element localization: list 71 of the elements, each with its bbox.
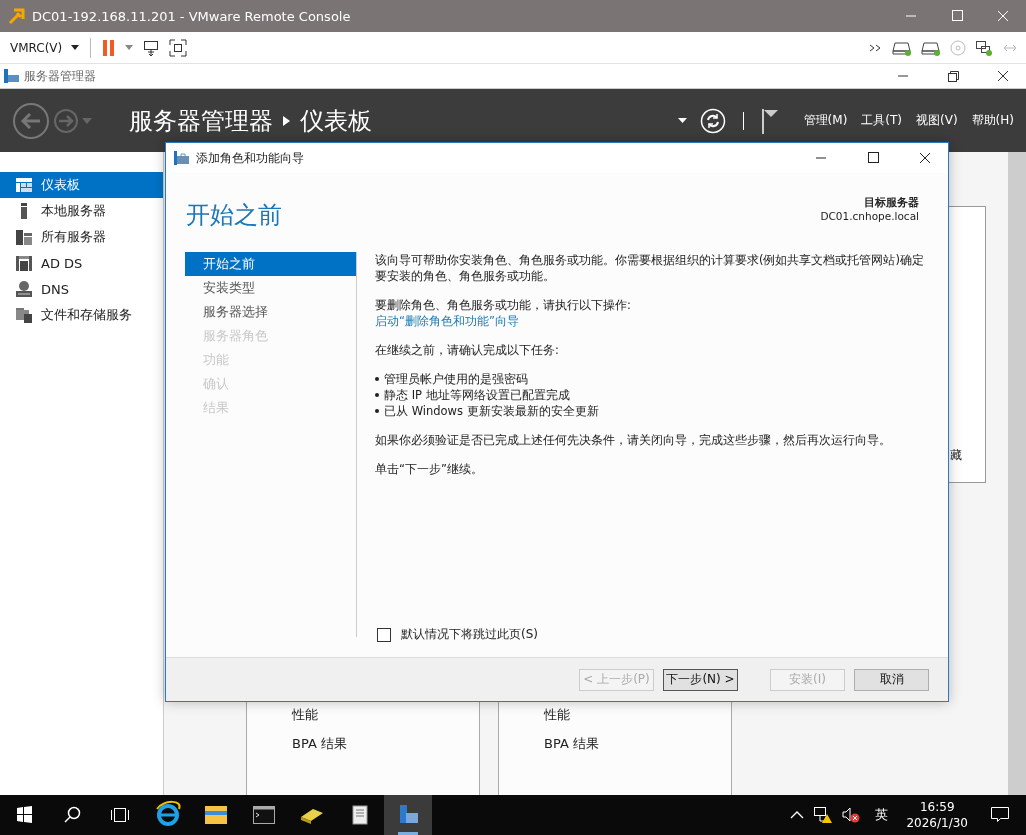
target-server-name: DC01.cnhope.local [820, 209, 919, 223]
dialog-button[interactable]: 取消 [854, 668, 929, 691]
clock-time: 16:59 [919, 799, 955, 815]
breadcrumb-item[interactable]: 仪表板 [300, 104, 372, 137]
wizard-step[interactable]: 开始之前 [185, 252, 356, 276]
breadcrumb-arrow-icon [283, 115, 290, 126]
sidebar-item[interactable]: AD DS [0, 250, 163, 276]
tile-item[interactable]: 藏 [950, 447, 962, 464]
speaker-muted-icon[interactable] [841, 806, 862, 824]
link[interactable]: 启动“删除角色和功能”向导 [375, 313, 519, 329]
paragraph: 该向导可帮助你安装角色、角色服务或功能。你需要根据组织的计算要求(例如共享文档或托管网站)确定要安装的角色、角色服务或功能。 [375, 252, 925, 284]
dialog-title: 添加角色和功能向导 [196, 149, 304, 167]
notification-icon[interactable] [990, 806, 1010, 824]
sidebar-item[interactable]: 仪表板 [0, 172, 163, 198]
network-warning-icon[interactable] [813, 806, 834, 824]
vmrc-menu[interactable]: VMRC(V) [10, 40, 63, 55]
app-title: 服务器管理器 [24, 68, 96, 84]
pause-icon[interactable] [102, 38, 117, 57]
menu-item[interactable]: 视图(V) [916, 112, 958, 129]
network-icon[interactable] [975, 39, 993, 56]
target-server-label: 目标服务器 [864, 195, 919, 209]
paragraph: 如果你必须验证是否已完成上述任何先决条件，请关闭向导，完成这些步骤，然后再次运行向导。 [375, 432, 892, 448]
tile-item[interactable]: BPA 结果 [292, 735, 479, 753]
checkbox[interactable] [377, 627, 391, 642]
folder-icon [16, 307, 32, 323]
clock[interactable]: 16:59 2026/1/30 [906, 799, 968, 831]
breadcrumb-item[interactable]: 服务器管理器 [129, 104, 273, 137]
bullet-icon [375, 377, 379, 381]
send-keys-icon[interactable] [142, 38, 161, 57]
sidebar-item[interactable]: DNS [0, 276, 163, 302]
tile-item[interactable]: 性能 [292, 706, 479, 724]
grid-icon [16, 178, 32, 192]
sidebar-item[interactable]: 本地服务器 [0, 198, 163, 224]
tile-item[interactable]: 性能 [544, 706, 731, 724]
servers-icon [16, 229, 32, 245]
logo-icon [8, 7, 26, 25]
dialog-button[interactable]: 下一步(N) > [663, 668, 738, 691]
input-method-indicator[interactable]: 英 [875, 806, 889, 824]
paragraph: 在继续之前，请确认完成以下任务: [375, 342, 560, 358]
chevron-up-icon[interactable] [789, 810, 806, 820]
page-heading: 开始之前 [186, 200, 282, 231]
paragraph: 单击“下一步”继续。 [375, 461, 484, 477]
menu-item[interactable]: 管理(M) [803, 112, 848, 129]
list-item: 管理员帐户使用的是强密码 [384, 371, 528, 387]
flag-icon[interactable] [760, 107, 779, 134]
server-manager-icon [4, 69, 20, 83]
bullet-icon [375, 409, 379, 413]
drive-icon[interactable] [921, 39, 941, 56]
tile-item[interactable]: BPA 结果 [544, 735, 731, 753]
back-icon[interactable] [12, 101, 50, 140]
wizard-step[interactable]: 服务器选择 [185, 300, 356, 324]
fullscreen-icon[interactable] [169, 38, 188, 57]
globe-server-icon [16, 281, 32, 297]
menu-item[interactable]: 帮助(H) [971, 112, 1014, 129]
wizard-step[interactable]: 安装类型 [185, 276, 356, 300]
menu-item[interactable]: 工具(T) [861, 112, 903, 129]
server-manager-icon[interactable] [384, 795, 432, 835]
clock-date: 2026/1/30 [906, 815, 968, 831]
checkbox-label[interactable]: 默认情况下将跳过此页(S) [401, 626, 538, 643]
sidebar-item[interactable]: 所有服务器 [0, 224, 163, 250]
paragraph: 要删除角色、角色服务或功能，请执行以下操作: [375, 297, 632, 313]
caret-icon[interactable] [71, 45, 80, 50]
list-item: 已从 Windows 更新安装最新的安全更新 [384, 403, 599, 419]
sidebar-item[interactable]: 文件和存储服务 [0, 302, 163, 328]
list-item: 静态 IP 地址等网络设置已配置完成 [384, 387, 570, 403]
scrollbar[interactable] [1008, 152, 1026, 795]
bullet-icon [375, 393, 379, 397]
drive-icon[interactable] [892, 39, 912, 56]
refresh-icon[interactable] [699, 107, 726, 134]
window-title: DC01-192.168.11.201 - VMware Remote Console [32, 8, 351, 24]
caret-icon[interactable] [677, 118, 687, 123]
